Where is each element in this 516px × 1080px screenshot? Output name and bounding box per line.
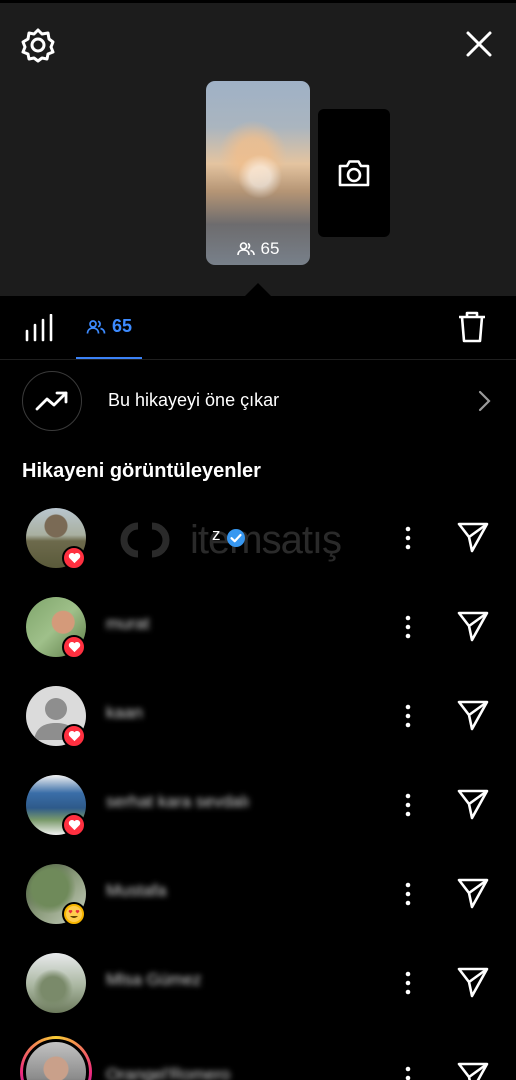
viewer-row[interactable]: kaan — [0, 676, 516, 756]
username[interactable]: Mustafa — [106, 881, 166, 901]
tab-insights[interactable] — [24, 313, 60, 342]
gear-icon[interactable] — [18, 25, 58, 65]
more-options-icon[interactable] — [398, 1058, 418, 1080]
promote-story-row[interactable]: Bu hikayeyi öne çıkar — [0, 370, 516, 432]
viewer-row[interactable]: Mlsa Gümez — [0, 943, 516, 1023]
promote-label: Bu hikayeyi öne çıkar — [108, 390, 280, 410]
heart-eyes-emoji-icon — [62, 902, 86, 926]
more-options-icon[interactable] — [398, 518, 418, 558]
viewer-row[interactable]: Mustafa — [0, 854, 516, 934]
heart-icon — [62, 635, 86, 659]
story-view-count-value: 65 — [260, 239, 280, 258]
viewer-row[interactable]: murat — [0, 587, 516, 667]
camera-icon — [338, 160, 370, 187]
send-icon[interactable] — [456, 965, 490, 999]
avatar[interactable] — [26, 953, 86, 1013]
username[interactable]: z — [212, 525, 221, 545]
viewers-icon — [86, 319, 106, 334]
username[interactable]: kaan — [106, 703, 143, 723]
more-options-icon[interactable] — [398, 607, 418, 647]
heart-icon — [62, 724, 86, 748]
trend-icon-circle — [22, 371, 82, 431]
send-icon[interactable] — [456, 787, 490, 821]
more-options-icon[interactable] — [398, 874, 418, 914]
story-view-count: 65 — [206, 239, 310, 259]
more-options-icon[interactable] — [398, 963, 418, 1003]
add-story-camera-card[interactable] — [318, 109, 390, 237]
send-icon[interactable] — [456, 876, 490, 910]
verified-badge-icon — [227, 529, 245, 547]
send-icon[interactable] — [456, 1060, 490, 1080]
viewer-row[interactable]: z — [0, 498, 516, 578]
chevron-right-icon — [474, 389, 494, 413]
more-options-icon[interactable] — [398, 785, 418, 825]
username[interactable]: Orangel'Romero — [106, 1065, 230, 1080]
trending-up-icon — [35, 391, 68, 411]
close-icon[interactable] — [460, 25, 498, 63]
viewer-row[interactable]: serhat kara sevdalı — [0, 765, 516, 845]
username[interactable]: serhat kara sevdalı — [106, 792, 250, 812]
story-image — [206, 81, 310, 265]
send-icon[interactable] — [456, 609, 490, 643]
tab-viewers[interactable]: 65 — [76, 296, 142, 359]
heart-icon — [62, 546, 86, 570]
viewers-section-title: Hikayeni görüntüleyenler — [22, 460, 261, 482]
viewers-icon — [236, 242, 255, 256]
more-options-icon[interactable] — [398, 696, 418, 736]
heart-icon — [62, 813, 86, 837]
viewer-row[interactable]: Orangel'Romero — [0, 1032, 516, 1080]
story-preview-panel: 65 — [0, 0, 516, 299]
trash-icon — [459, 311, 485, 343]
tab-viewers-count: 65 — [111, 316, 133, 336]
send-icon[interactable] — [456, 520, 490, 554]
avatar-with-story-ring[interactable] — [20, 1036, 92, 1080]
username[interactable]: murat — [106, 614, 149, 634]
username[interactable]: Mlsa Gümez — [106, 970, 201, 990]
delete-story-button[interactable] — [456, 310, 490, 344]
send-icon[interactable] — [456, 698, 490, 732]
bar-chart-icon — [25, 313, 53, 342]
story-tabs: 65 — [0, 296, 516, 360]
story-thumbnail[interactable]: 65 — [206, 81, 310, 265]
